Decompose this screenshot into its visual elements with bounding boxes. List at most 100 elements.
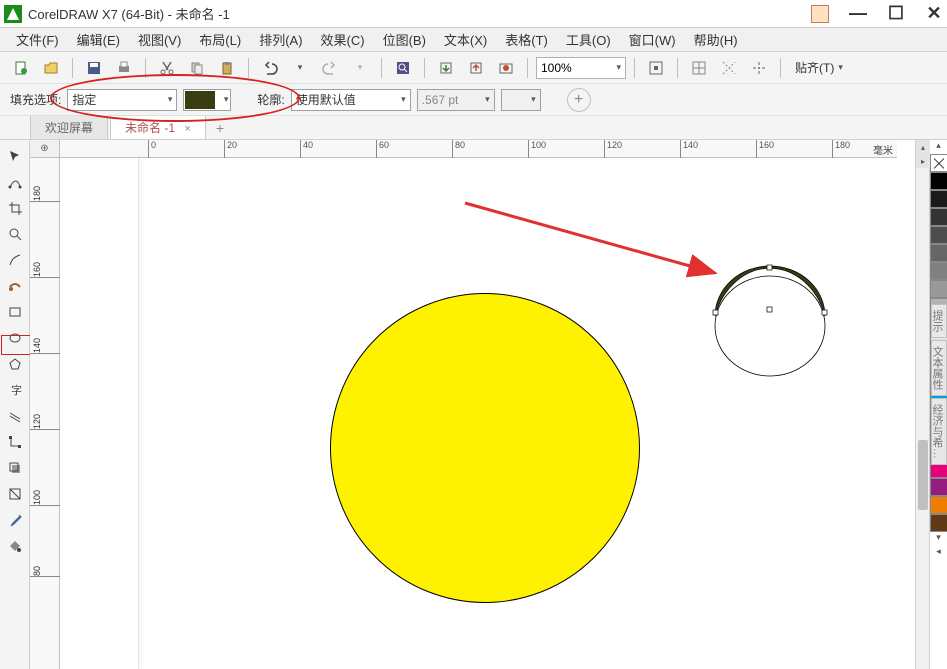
- app-icon: [4, 5, 22, 23]
- minimize-button[interactable]: —: [849, 5, 867, 23]
- zoom-level-input[interactable]: [541, 61, 601, 75]
- copy-button[interactable]: [184, 55, 210, 81]
- parallel-dim-tool[interactable]: [2, 404, 28, 428]
- snap-icon[interactable]: [746, 55, 772, 81]
- transparency-tool[interactable]: [2, 482, 28, 506]
- print-button[interactable]: [111, 55, 137, 81]
- color-swatch[interactable]: [930, 226, 947, 244]
- ellipse-tool[interactable]: [2, 326, 28, 350]
- menu-help[interactable]: 帮助(H): [688, 28, 744, 51]
- paste-button[interactable]: [214, 55, 240, 81]
- color-swatch[interactable]: [930, 208, 947, 226]
- interactive-fill-tool[interactable]: [2, 534, 28, 558]
- zoom-level-combo[interactable]: ▾: [536, 57, 626, 79]
- docker-tab[interactable]: 文本属性: [931, 340, 947, 396]
- color-swatch[interactable]: [930, 172, 947, 190]
- menu-file[interactable]: 文件(F): [10, 28, 65, 51]
- color-swatch[interactable]: [930, 244, 947, 262]
- drawing-canvas[interactable]: [60, 158, 897, 669]
- connector-tool[interactable]: [2, 430, 28, 454]
- redo-button[interactable]: [317, 55, 343, 81]
- close-button[interactable]: ✕: [925, 5, 943, 23]
- palette-up-icon[interactable]: ▴: [930, 140, 947, 154]
- add-tab-button[interactable]: +: [208, 117, 232, 139]
- fill-color-swatch: [185, 91, 215, 109]
- menu-tools[interactable]: 工具(O): [560, 28, 617, 51]
- docker-tab[interactable]: 经济与希…: [931, 398, 947, 465]
- ruler-v-tick: 120: [30, 414, 60, 430]
- crop-tool[interactable]: [2, 196, 28, 220]
- text-tool[interactable]: 字: [2, 378, 28, 402]
- maximize-button[interactable]: ☐: [887, 5, 905, 23]
- palette-down-icon[interactable]: ▾: [930, 532, 947, 546]
- chevron-down-icon: ▾: [224, 94, 229, 105]
- annotation-arrow: [460, 198, 740, 318]
- docker-tab[interactable]: 提示: [931, 304, 947, 338]
- artistic-media-tool[interactable]: [2, 274, 28, 298]
- outline-color-combo[interactable]: ▾: [501, 89, 541, 111]
- menu-view[interactable]: 视图(V): [132, 28, 187, 51]
- scrollbar-vertical[interactable]: ▴ ▸: [915, 140, 929, 669]
- menu-window[interactable]: 窗口(W): [623, 28, 682, 51]
- save-button[interactable]: [81, 55, 107, 81]
- fullscreen-button[interactable]: [643, 55, 669, 81]
- color-swatch[interactable]: [930, 478, 947, 496]
- import-button[interactable]: [433, 55, 459, 81]
- export-button[interactable]: [463, 55, 489, 81]
- menu-effects[interactable]: 效果(C): [315, 28, 371, 51]
- pick-tool[interactable]: [2, 144, 28, 168]
- add-preset-button[interactable]: +: [567, 88, 591, 112]
- menu-arrange[interactable]: 排列(A): [253, 28, 308, 51]
- outline-width-value: .567 pt: [422, 93, 459, 107]
- scrollbar-thumb[interactable]: [918, 440, 928, 510]
- color-swatch[interactable]: [930, 190, 947, 208]
- menu-edit[interactable]: 编辑(E): [71, 28, 126, 51]
- eyedropper-tool[interactable]: [2, 508, 28, 532]
- zoom-tool[interactable]: [2, 222, 28, 246]
- rectangle-tool[interactable]: [2, 300, 28, 324]
- menu-bitmap[interactable]: 位图(B): [377, 28, 432, 51]
- color-swatch[interactable]: [930, 514, 947, 532]
- search-button[interactable]: [390, 55, 416, 81]
- tab-welcome[interactable]: 欢迎屏幕: [30, 115, 108, 139]
- ruler-vertical[interactable]: 18016014012010080: [30, 158, 60, 669]
- drop-shadow-tool[interactable]: [2, 456, 28, 480]
- tab-document-1[interactable]: 未命名 -1 ×: [110, 115, 206, 139]
- scroll-up-icon[interactable]: ▴: [916, 140, 930, 154]
- no-color-swatch[interactable]: [930, 154, 947, 172]
- ruler-horizontal[interactable]: 毫米 020406080100120140160180: [60, 140, 897, 158]
- outline-combo[interactable]: 使用默认值 ▾: [291, 89, 411, 111]
- open-button[interactable]: [38, 55, 64, 81]
- guides-button[interactable]: [716, 55, 742, 81]
- snap-to-combo[interactable]: 贴齐(T) ▾: [789, 59, 849, 76]
- color-swatch[interactable]: [930, 496, 947, 514]
- undo-dropdown[interactable]: ▾: [287, 55, 313, 81]
- shape-tool[interactable]: [2, 170, 28, 194]
- freehand-tool[interactable]: [2, 248, 28, 272]
- undo-button[interactable]: [257, 55, 283, 81]
- menu-text[interactable]: 文本(X): [438, 28, 493, 51]
- new-button[interactable]: [8, 55, 34, 81]
- cut-button[interactable]: [154, 55, 180, 81]
- menu-table[interactable]: 表格(T): [499, 28, 554, 51]
- user-indicator-icon[interactable]: [811, 5, 829, 23]
- publish-button[interactable]: [493, 55, 519, 81]
- ruler-origin[interactable]: ⊕: [30, 140, 60, 158]
- polygon-tool[interactable]: [2, 352, 28, 376]
- menu-layout[interactable]: 布局(L): [193, 28, 247, 51]
- outline-width-combo[interactable]: .567 pt ▾: [417, 89, 495, 111]
- close-tab-icon[interactable]: ×: [184, 123, 190, 135]
- grid-button[interactable]: [686, 55, 712, 81]
- scroll-expand-icon[interactable]: ▸: [916, 154, 930, 168]
- yellow-circle-shape[interactable]: [330, 293, 640, 603]
- color-swatch[interactable]: [930, 280, 947, 298]
- color-swatch[interactable]: [930, 262, 947, 280]
- palette-flyout-icon[interactable]: ◂: [930, 546, 947, 560]
- fill-options-combo[interactable]: 指定 ▾: [67, 89, 177, 111]
- chevron-down-icon: ▾: [401, 94, 406, 105]
- fill-color-combo[interactable]: ▾: [183, 89, 231, 111]
- ruler-v-tick: 140: [30, 338, 60, 354]
- snap-label: 贴齐(T): [795, 59, 834, 76]
- redo-dropdown[interactable]: ▾: [347, 55, 373, 81]
- chevron-down-icon: ▾: [531, 94, 536, 105]
